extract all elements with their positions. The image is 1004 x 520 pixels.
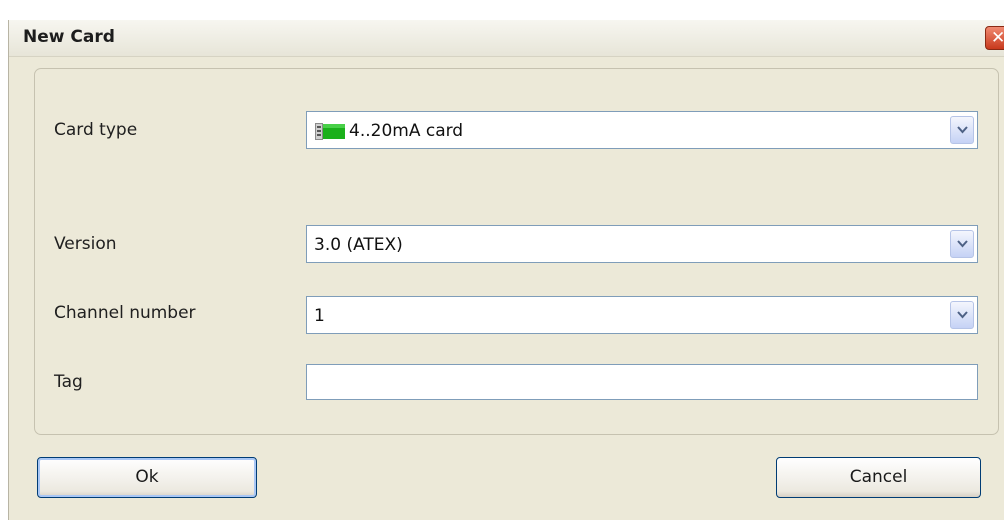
channel-number-label: Channel number (54, 303, 196, 323)
card-type-select[interactable]: 4..20mA card (306, 111, 978, 149)
channel-number-select[interactable]: 1 (306, 296, 978, 334)
dialog-title: New Card (23, 27, 115, 47)
chevron-down-icon (957, 240, 968, 248)
ok-button[interactable]: Ok (37, 457, 257, 498)
new-card-dialog: New Card ✕ Card type 4..20mA card Versio… (8, 20, 1004, 520)
tag-input[interactable] (306, 364, 978, 400)
card-type-value: 4..20mA card (349, 121, 464, 141)
version-select[interactable]: 3.0 (ATEX) (306, 225, 978, 263)
close-icon: ✕ (991, 28, 1004, 48)
channel-number-dropdown-button[interactable] (950, 301, 974, 329)
version-label: Version (54, 234, 117, 254)
version-value: 3.0 (ATEX) (314, 235, 403, 255)
chevron-down-icon (957, 126, 968, 134)
chevron-down-icon (957, 311, 968, 319)
card-type-dropdown-button[interactable] (950, 116, 974, 144)
close-button[interactable]: ✕ (985, 26, 1004, 50)
channel-number-value: 1 (314, 306, 325, 326)
tag-label: Tag (54, 372, 83, 392)
cancel-button[interactable]: Cancel (776, 457, 981, 498)
card-icon (315, 123, 345, 140)
version-dropdown-button[interactable] (950, 230, 974, 258)
title-bar[interactable]: New Card ✕ (9, 20, 1004, 57)
card-type-label: Card type (54, 120, 138, 140)
